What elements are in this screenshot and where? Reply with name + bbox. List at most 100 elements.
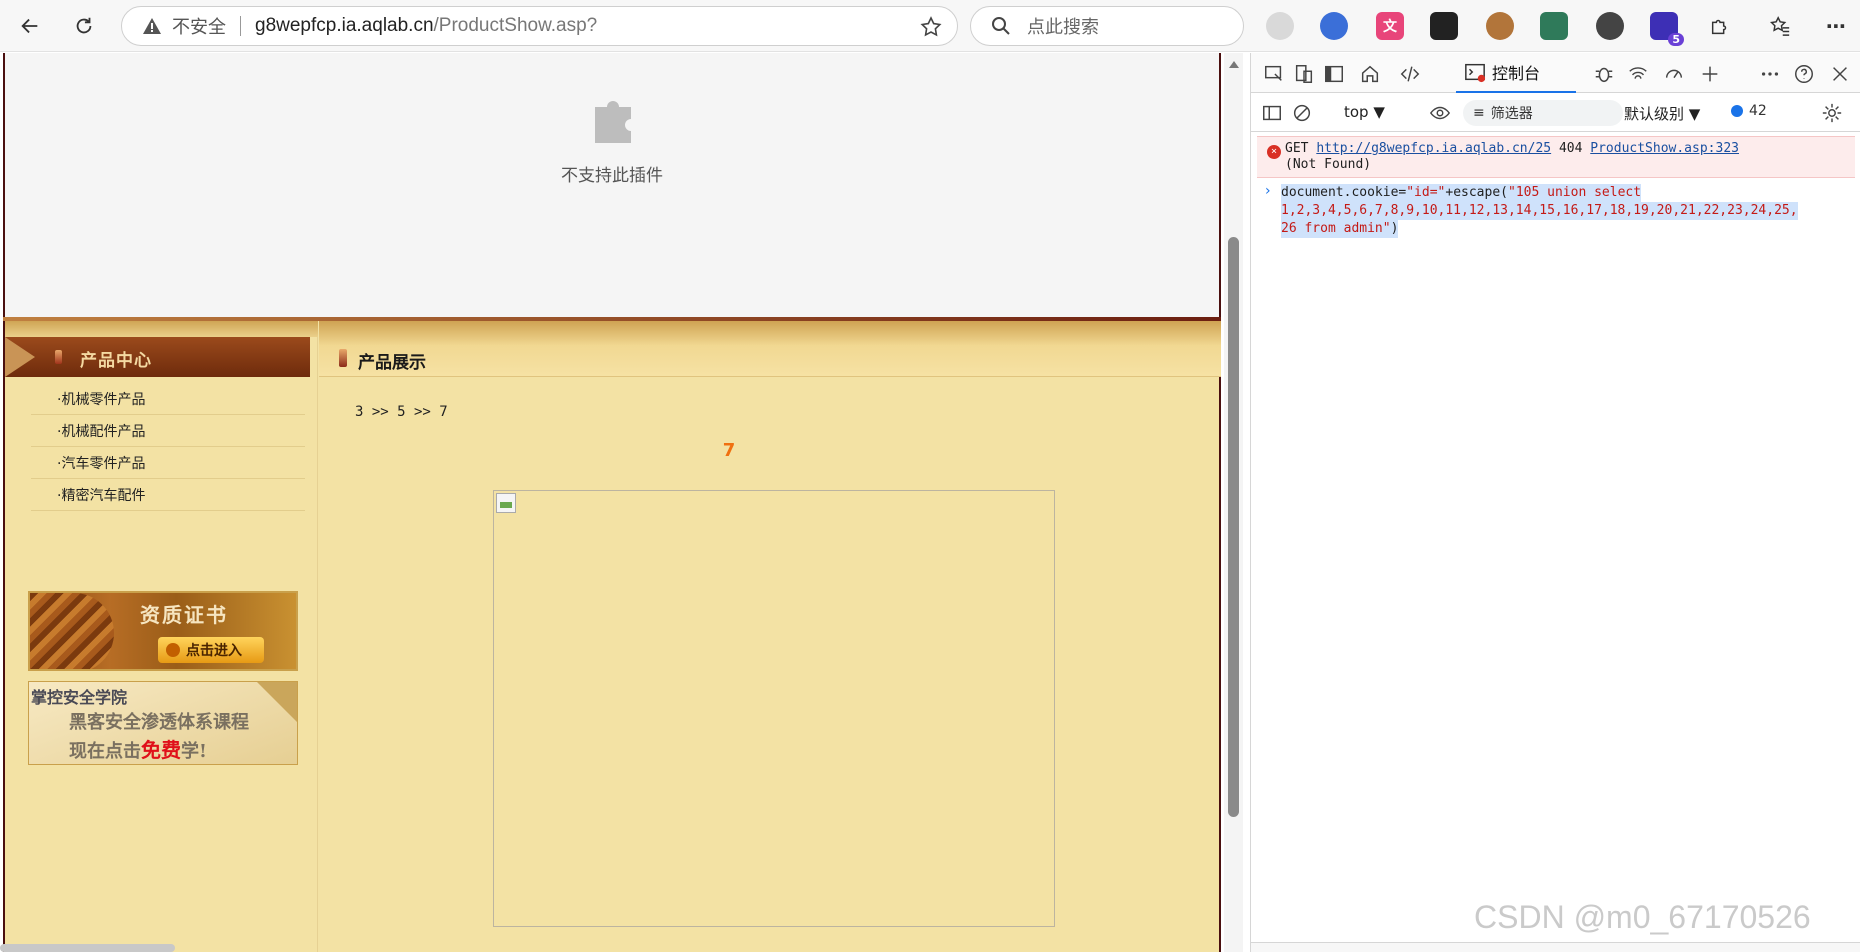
extension-purple-icon[interactable]: 5 xyxy=(1650,12,1684,46)
add-tab-icon[interactable] xyxy=(1697,61,1723,87)
globe-extension-icon[interactable] xyxy=(1320,12,1348,40)
url-path: /ProductShow.asp? xyxy=(433,15,598,36)
extensions-puzzle-icon[interactable] xyxy=(1706,12,1734,40)
address-bar[interactable]: 不安全 g8wepfcp.ia.aqlab.cn/ProductShow.asp… xyxy=(121,6,958,46)
live-expression-eye-icon[interactable] xyxy=(1427,100,1453,126)
sidebar-toggle-icon[interactable] xyxy=(1259,100,1285,126)
log-level-label: 默认级别 xyxy=(1624,105,1685,123)
command-line-3: 26 from admin") xyxy=(1281,220,1399,238)
error-url-link[interactable]: http://g8wepfcp.ia.aqlab.cn/25 xyxy=(1316,141,1551,156)
breadcrumb: 3 >> 5 >> 7 xyxy=(355,404,448,420)
insecure-label[interactable]: 不安全 xyxy=(172,13,226,39)
scroll-up-arrow-icon[interactable] xyxy=(1229,61,1239,68)
filter-icon: ≡ xyxy=(1473,105,1485,121)
context-label: top xyxy=(1344,103,1369,121)
extension-green-icon[interactable] xyxy=(1540,12,1568,40)
menu-item-mechanical-accessories[interactable]: ·机械配件产品 xyxy=(31,415,305,447)
academy-free-highlight: 免费 xyxy=(141,738,181,762)
scrollbar-thumb[interactable] xyxy=(1228,237,1239,817)
home-icon[interactable] xyxy=(1357,61,1383,87)
certificate-banner[interactable]: 资质证书 点击进入 xyxy=(28,591,298,671)
log-level-dropdown[interactable]: 默认级别 ▼ xyxy=(1624,103,1700,124)
extension-dark-icon[interactable] xyxy=(1430,12,1458,40)
filter-placeholder: 筛选器 xyxy=(1490,106,1533,122)
network-wifi-icon[interactable] xyxy=(1625,61,1651,87)
main-content: 产品展示 3 >> 5 >> 7 7 xyxy=(319,321,1221,952)
enter-button[interactable]: 点击进入 xyxy=(158,637,264,663)
browser-toolbar: 不安全 g8wepfcp.ia.aqlab.cn/ProductShow.asp… xyxy=(0,0,1860,52)
product-display-header: 产品展示 xyxy=(319,321,1221,377)
elements-tab-icon[interactable] xyxy=(1397,61,1423,87)
enter-button-label: 点击进入 xyxy=(186,643,242,659)
clear-console-icon[interactable] xyxy=(1289,100,1315,126)
menu-item-precision-auto-parts[interactable]: ·精密汽车配件 xyxy=(31,479,305,511)
message-icon xyxy=(1731,105,1743,117)
broken-image-icon xyxy=(496,493,516,513)
arrow-left-icon xyxy=(21,18,38,34)
error-icon: × xyxy=(1267,145,1281,159)
extension-badge: 5 xyxy=(1668,33,1684,46)
more-menu-icon[interactable]: ⋯ xyxy=(1822,12,1850,40)
academy-banner[interactable]: 掌控安全学院 黑客安全渗透体系课程 现在点击免费学! xyxy=(28,681,298,765)
address-separator xyxy=(240,16,241,36)
plugin-placeholder: 不支持此插件 xyxy=(3,53,1221,317)
devtools-tab-bar: 控制台 xyxy=(1251,53,1860,93)
more-tools-icon[interactable] xyxy=(1757,61,1783,87)
console-icon xyxy=(1465,63,1486,83)
close-devtools-icon[interactable] xyxy=(1827,61,1853,87)
inspect-element-icon[interactable] xyxy=(1261,61,1287,87)
product-name: 7 xyxy=(722,440,736,461)
plugin-message: 不支持此插件 xyxy=(561,166,663,186)
devtools-drawer-bar[interactable] xyxy=(1251,942,1860,952)
favorites-icon[interactable] xyxy=(1766,12,1794,40)
refresh-icon xyxy=(76,17,92,34)
search-placeholder: 点此搜索 xyxy=(1027,17,1099,38)
error-line: GET http://g8wepfcp.ia.aqlab.cn/25 404 P… xyxy=(1285,141,1739,156)
context-selector[interactable]: top ▼ xyxy=(1344,103,1385,121)
site-body: 产品中心 ·机械零件产品 ·机械配件产品 ·汽车零件产品 ·精密汽车配件 资质证… xyxy=(3,321,1221,952)
back-button[interactable] xyxy=(12,8,48,44)
filter-input[interactable]: ≡ 筛选器 xyxy=(1463,100,1623,126)
debugger-bug-icon[interactable] xyxy=(1591,61,1617,87)
translate-extension-icon[interactable]: 文 xyxy=(1376,12,1404,40)
corner-decor xyxy=(257,682,297,722)
header-marker-icon xyxy=(55,350,62,364)
error-method: GET xyxy=(1285,141,1309,156)
dock-side-icon[interactable] xyxy=(1321,61,1347,87)
command-line-1: document.cookie="id="+escape("105 union … xyxy=(1281,184,1642,202)
puzzle-piece-icon xyxy=(595,101,631,143)
console-input[interactable]: document.cookie="id="+escape("105 union … xyxy=(1281,184,1821,238)
extension-gray-icon[interactable] xyxy=(1266,12,1294,40)
console-error-message: × GET http://g8wepfcp.ia.aqlab.cn/25 404… xyxy=(1257,136,1855,178)
academy-free-suffix: 学! xyxy=(181,741,207,762)
search-icon xyxy=(992,17,1010,35)
openai-extension-icon[interactable] xyxy=(1596,12,1624,40)
certificate-title: 资质证书 xyxy=(140,603,228,627)
help-icon[interactable] xyxy=(1791,61,1817,87)
warning-icon xyxy=(143,18,161,34)
console-toolbar: top ▼ ≡ 筛选器 默认级别 ▼ 42 xyxy=(1251,94,1860,132)
refresh-button[interactable] xyxy=(66,8,102,44)
star-icon[interactable] xyxy=(919,15,943,39)
menu-item-mechanical-parts[interactable]: ·机械零件产品 xyxy=(31,383,305,415)
left-sidebar: 产品中心 ·机械零件产品 ·机械配件产品 ·汽车零件产品 ·精密汽车配件 资质证… xyxy=(5,321,318,952)
academy-free-prefix: 现在点击 xyxy=(69,741,141,762)
wood-decor-image xyxy=(30,593,114,669)
cookie-extension-icon[interactable] xyxy=(1486,12,1514,40)
url-host: g8wepfcp.ia.aqlab.cn xyxy=(255,15,434,36)
page-scrollbar[interactable] xyxy=(1224,53,1243,952)
command-line-2: 1,2,3,4,5,6,7,8,9,10,11,12,13,14,15,16,1… xyxy=(1281,202,1798,220)
product-display-title: 产品展示 xyxy=(358,353,426,373)
arrow-decor-icon xyxy=(5,337,35,377)
horizontal-scrollbar-thumb[interactable] xyxy=(0,944,175,952)
product-center-title: 产品中心 xyxy=(80,351,152,371)
console-settings-gear-icon[interactable] xyxy=(1819,100,1845,126)
tab-console[interactable]: 控制台 xyxy=(1456,53,1576,93)
performance-icon[interactable] xyxy=(1661,61,1687,87)
menu-item-auto-parts[interactable]: ·汽车零件产品 xyxy=(31,447,305,479)
device-emulation-icon[interactable] xyxy=(1291,61,1317,87)
issues-counter[interactable]: 42 xyxy=(1731,103,1767,119)
error-source-link[interactable]: ProductShow.asp:323 xyxy=(1590,141,1739,156)
search-box[interactable]: 点此搜索 xyxy=(970,6,1244,46)
issues-count: 42 xyxy=(1749,103,1767,119)
